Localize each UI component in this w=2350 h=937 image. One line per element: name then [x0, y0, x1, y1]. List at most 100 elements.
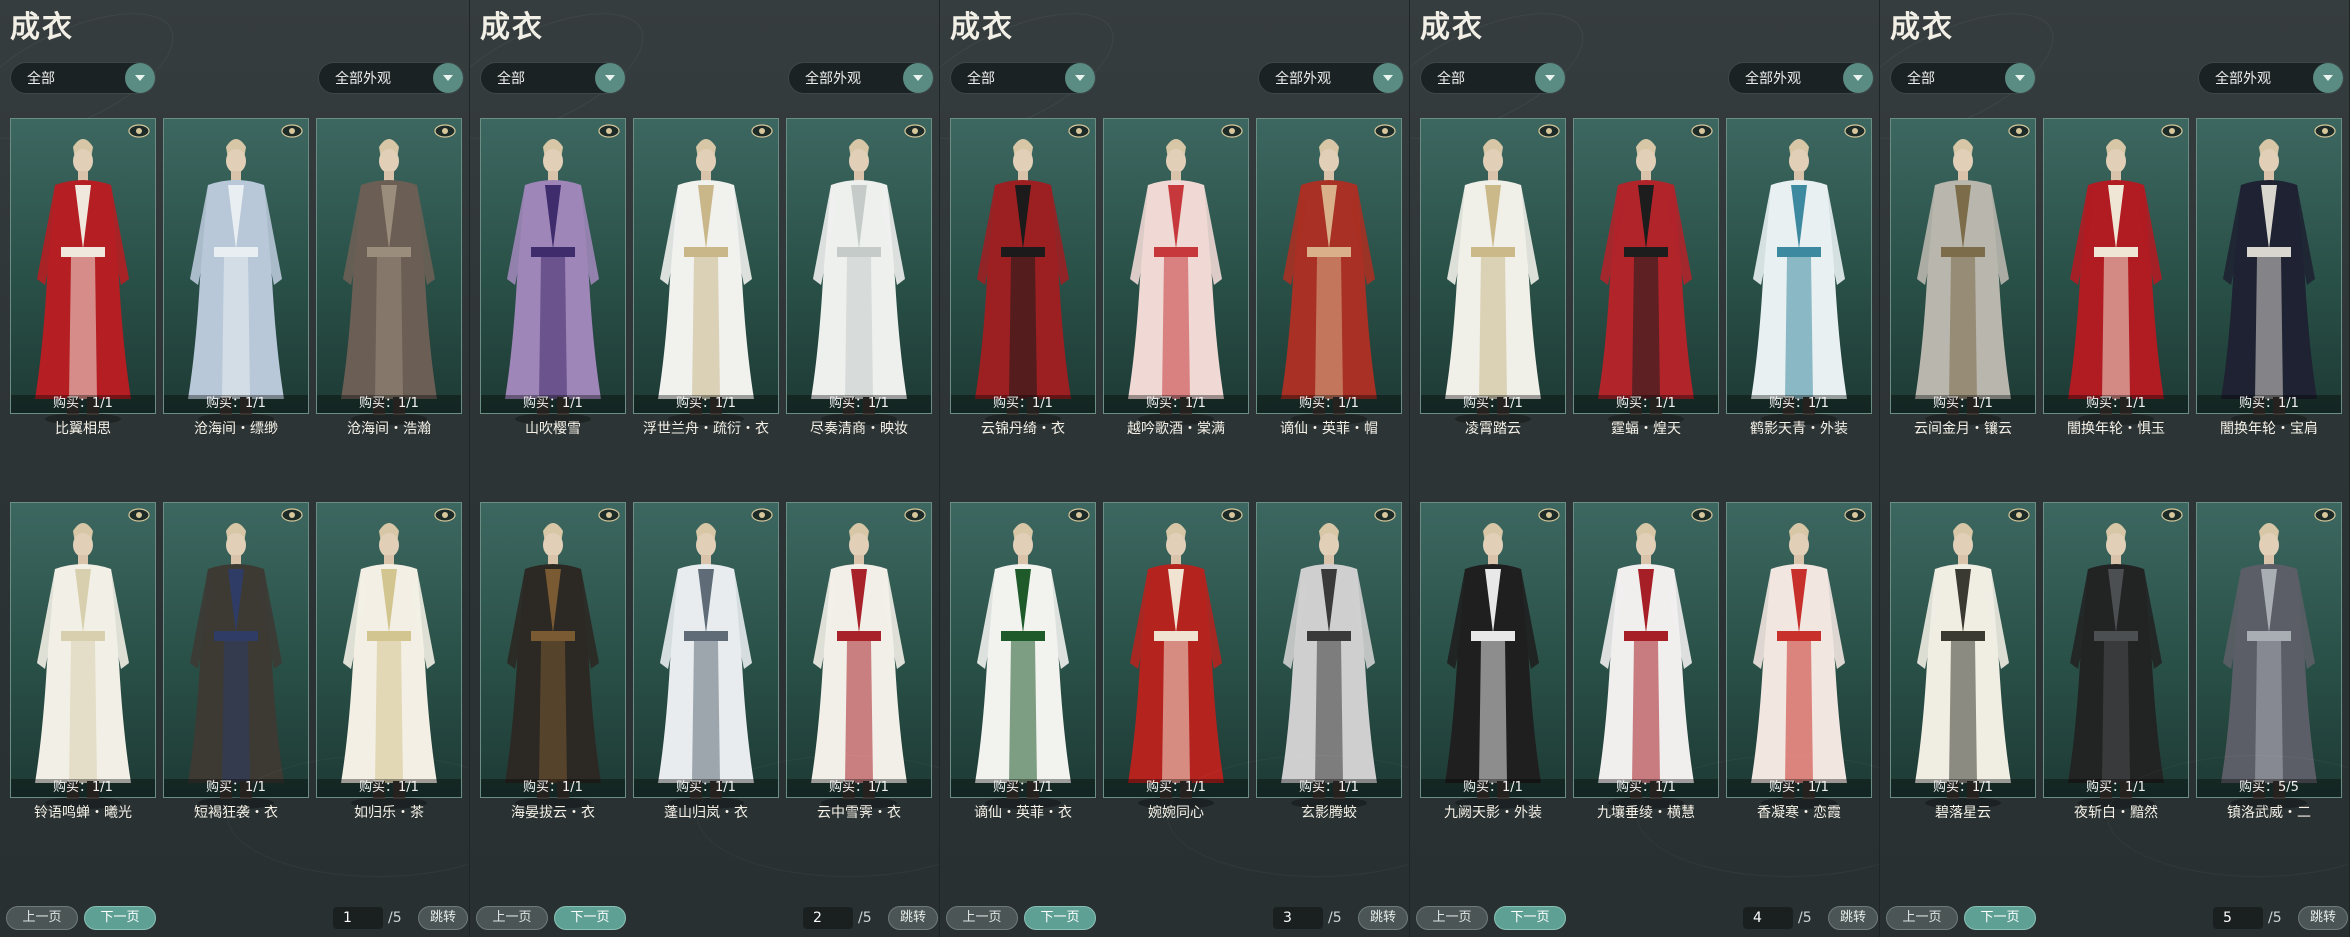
appearance-dropdown[interactable]: 全部外观	[318, 62, 464, 94]
costume-card[interactable]: 购买：1/1	[1420, 502, 1566, 809]
chevron-down-icon[interactable]	[1373, 63, 1403, 93]
eye-icon[interactable]	[904, 508, 926, 522]
jump-button[interactable]: 跳转	[1358, 906, 1408, 930]
chevron-down-icon[interactable]	[125, 63, 155, 93]
costume-card[interactable]: 购买：1/1	[1573, 502, 1719, 809]
costume-card[interactable]: 购买：1/1	[633, 502, 779, 809]
costume-card[interactable]: 购买：1/1	[163, 502, 309, 809]
eye-icon[interactable]	[2161, 124, 2183, 138]
costume-card[interactable]: 购买：1/1	[2043, 118, 2189, 425]
eye-icon[interactable]	[128, 508, 150, 522]
prev-page-button[interactable]: 上一页	[476, 906, 548, 930]
eye-icon[interactable]	[1538, 508, 1560, 522]
eye-icon[interactable]	[1374, 124, 1396, 138]
category-dropdown[interactable]: 全部	[1890, 62, 2036, 94]
page-number-input[interactable]: 3	[1273, 907, 1323, 929]
jump-button[interactable]: 跳转	[1828, 906, 1878, 930]
costume-card[interactable]: 购买：1/1	[1420, 118, 1566, 425]
prev-page-button[interactable]: 上一页	[1886, 906, 1958, 930]
costume-card[interactable]: 购买：1/1	[1890, 502, 2036, 809]
eye-icon[interactable]	[1691, 124, 1713, 138]
jump-button[interactable]: 跳转	[2298, 906, 2348, 930]
eye-icon[interactable]	[1691, 508, 1713, 522]
costume-card[interactable]: 购买：1/1	[1103, 118, 1249, 425]
eye-icon[interactable]	[751, 508, 773, 522]
costume-card[interactable]: 购买：1/1	[1890, 118, 2036, 425]
eye-icon[interactable]	[1221, 124, 1243, 138]
eye-icon[interactable]	[1374, 508, 1396, 522]
chevron-down-icon[interactable]	[2005, 63, 2035, 93]
eye-icon[interactable]	[2161, 508, 2183, 522]
jump-button[interactable]: 跳转	[888, 906, 938, 930]
appearance-dropdown[interactable]: 全部外观	[2198, 62, 2344, 94]
costume-card[interactable]: 购买：1/1	[1726, 118, 1872, 425]
eye-icon[interactable]	[2008, 124, 2030, 138]
next-page-button[interactable]: 下一页	[1964, 906, 2036, 930]
costume-card[interactable]: 购买：1/1	[950, 502, 1096, 809]
costume-card[interactable]: 购买：1/1	[1103, 502, 1249, 809]
prev-page-button[interactable]: 上一页	[946, 906, 1018, 930]
next-page-button[interactable]: 下一页	[554, 906, 626, 930]
costume-card[interactable]: 购买：1/1	[163, 118, 309, 425]
eye-icon[interactable]	[751, 124, 773, 138]
costume-card[interactable]: 购买：1/1	[2196, 118, 2342, 425]
eye-icon[interactable]	[128, 124, 150, 138]
costume-card[interactable]: 购买：1/1	[786, 502, 932, 809]
chevron-down-icon[interactable]	[595, 63, 625, 93]
category-dropdown[interactable]: 全部	[950, 62, 1096, 94]
costume-card[interactable]: 购买：5/5	[2196, 502, 2342, 809]
chevron-down-icon[interactable]	[1065, 63, 1095, 93]
appearance-dropdown[interactable]: 全部外观	[788, 62, 934, 94]
eye-icon[interactable]	[2008, 508, 2030, 522]
costume-card[interactable]: 购买：1/1	[1256, 118, 1402, 425]
costume-card[interactable]: 购买：1/1	[480, 502, 626, 809]
costume-card[interactable]: 购买：1/1	[2043, 502, 2189, 809]
costume-card[interactable]: 购买：1/1	[1726, 502, 1872, 809]
eye-icon[interactable]	[1068, 508, 1090, 522]
eye-icon[interactable]	[2314, 508, 2336, 522]
costume-card[interactable]: 购买：1/1	[480, 118, 626, 425]
eye-icon[interactable]	[434, 508, 456, 522]
chevron-down-icon[interactable]	[903, 63, 933, 93]
prev-page-button[interactable]: 上一页	[1416, 906, 1488, 930]
category-dropdown[interactable]: 全部	[1420, 62, 1566, 94]
next-page-button[interactable]: 下一页	[84, 906, 156, 930]
next-page-button[interactable]: 下一页	[1024, 906, 1096, 930]
chevron-down-icon[interactable]	[1535, 63, 1565, 93]
eye-icon[interactable]	[598, 508, 620, 522]
eye-icon[interactable]	[1538, 124, 1560, 138]
eye-icon[interactable]	[904, 124, 926, 138]
category-dropdown[interactable]: 全部	[480, 62, 626, 94]
next-page-button[interactable]: 下一页	[1494, 906, 1566, 930]
costume-card[interactable]: 购买：1/1	[10, 502, 156, 809]
eye-icon[interactable]	[1844, 508, 1866, 522]
eye-icon[interactable]	[1221, 508, 1243, 522]
costume-card[interactable]: 购买：1/1	[1573, 118, 1719, 425]
costume-card[interactable]: 购买：1/1	[950, 118, 1096, 425]
eye-icon[interactable]	[598, 124, 620, 138]
costume-card[interactable]: 购买：1/1	[1256, 502, 1402, 809]
page-number-input[interactable]: 1	[333, 907, 383, 929]
costume-card[interactable]: 购买：1/1	[10, 118, 156, 425]
page-number-input[interactable]: 5	[2213, 907, 2263, 929]
costume-card[interactable]: 购买：1/1	[786, 118, 932, 425]
chevron-down-icon[interactable]	[433, 63, 463, 93]
eye-icon[interactable]	[434, 124, 456, 138]
jump-button[interactable]: 跳转	[418, 906, 468, 930]
appearance-dropdown[interactable]: 全部外观	[1258, 62, 1404, 94]
eye-icon[interactable]	[2314, 124, 2336, 138]
appearance-dropdown[interactable]: 全部外观	[1728, 62, 1874, 94]
page-number-input[interactable]: 4	[1743, 907, 1793, 929]
costume-card[interactable]: 购买：1/1	[316, 502, 462, 809]
category-dropdown[interactable]: 全部	[10, 62, 156, 94]
page-number-input[interactable]: 2	[803, 907, 853, 929]
prev-page-button[interactable]: 上一页	[6, 906, 78, 930]
chevron-down-icon[interactable]	[2313, 63, 2343, 93]
eye-icon[interactable]	[1844, 124, 1866, 138]
eye-icon[interactable]	[281, 124, 303, 138]
costume-card[interactable]: 购买：1/1	[316, 118, 462, 425]
eye-icon[interactable]	[1068, 124, 1090, 138]
chevron-down-icon[interactable]	[1843, 63, 1873, 93]
costume-card[interactable]: 购买：1/1	[633, 118, 779, 425]
eye-icon[interactable]	[281, 508, 303, 522]
